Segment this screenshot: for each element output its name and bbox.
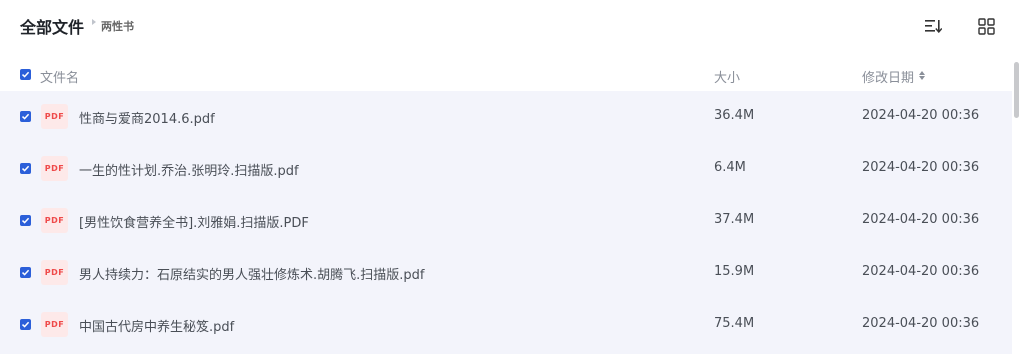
file-name[interactable]: [男性饮食营养全书].刘雅娟.扫描版.PDF — [79, 212, 309, 231]
file-name[interactable]: 中国古代房中养生秘笈.pdf — [79, 316, 234, 335]
file-size: 15.9M — [714, 264, 755, 279]
file-row[interactable]: PDF [男性饮食营养全书].刘雅娟.扫描版.PDF 37.4M 2024-04… — [0, 195, 1012, 247]
column-header-name[interactable]: 文件名 — [40, 67, 79, 86]
column-header-date[interactable]: 修改日期 — [862, 67, 914, 86]
pdf-file-icon: PDF — [41, 156, 68, 181]
file-modified-date: 2024-04-20 00:36 — [862, 316, 980, 331]
pdf-file-icon: PDF — [41, 104, 68, 129]
vertical-scrollbar-track[interactable] — [1012, 0, 1019, 354]
row-checkbox[interactable] — [20, 267, 31, 278]
column-header-row: 文件名 大小 修改日期 — [0, 60, 1012, 90]
sort-direction-icon[interactable] — [919, 71, 925, 81]
grid-view-icon[interactable] — [975, 15, 997, 37]
file-modified-date: 2024-04-20 00:36 — [862, 160, 980, 175]
file-name[interactable]: 一生的性计划.乔治.张明玲.扫描版.pdf — [79, 160, 299, 179]
file-name[interactable]: 男人持续力：石原结实的男人强壮修炼术.胡腾飞.扫描版.pdf — [79, 264, 424, 283]
breadcrumb-separator-icon — [92, 19, 96, 25]
file-row[interactable]: PDF 中国古代房中养生秘笈.pdf 75.4M 2024-04-20 00:3… — [0, 299, 1012, 351]
file-modified-date: 2024-04-20 00:36 — [862, 264, 980, 279]
pdf-file-icon: PDF — [41, 208, 68, 233]
file-size: 6.4M — [714, 160, 746, 175]
breadcrumb-current-folder[interactable]: 两性书 — [101, 18, 134, 34]
file-row[interactable]: PDF 性商与爱商2014.6.pdf 36.4M 2024-04-20 00:… — [0, 91, 1012, 143]
file-row[interactable]: PDF 男人持续力：石原结实的男人强壮修炼术.胡腾飞.扫描版.pdf 15.9M… — [0, 247, 1012, 299]
pdf-file-icon: PDF — [41, 312, 68, 337]
pdf-file-icon: PDF — [41, 260, 68, 285]
file-list: PDF 性商与爱商2014.6.pdf 36.4M 2024-04-20 00:… — [0, 91, 1012, 354]
row-checkbox[interactable] — [20, 111, 31, 122]
select-all-checkbox[interactable] — [20, 69, 31, 80]
file-modified-date: 2024-04-20 00:36 — [862, 108, 980, 123]
page-title[interactable]: 全部文件 — [20, 14, 84, 38]
column-header-size[interactable]: 大小 — [714, 67, 740, 86]
vertical-scrollbar-thumb[interactable] — [1014, 62, 1019, 118]
file-size: 75.4M — [714, 316, 755, 331]
row-checkbox[interactable] — [20, 319, 31, 330]
file-size: 37.4M — [714, 212, 755, 227]
file-size: 36.4M — [714, 108, 755, 123]
file-modified-date: 2024-04-20 00:36 — [862, 212, 980, 227]
sort-list-icon[interactable] — [922, 15, 944, 37]
toolbar-header: 全部文件 两性书 — [0, 0, 1012, 52]
row-checkbox[interactable] — [20, 163, 31, 174]
file-name[interactable]: 性商与爱商2014.6.pdf — [79, 108, 215, 127]
row-checkbox[interactable] — [20, 215, 31, 226]
file-row[interactable]: PDF 一生的性计划.乔治.张明玲.扫描版.pdf 6.4M 2024-04-2… — [0, 143, 1012, 195]
